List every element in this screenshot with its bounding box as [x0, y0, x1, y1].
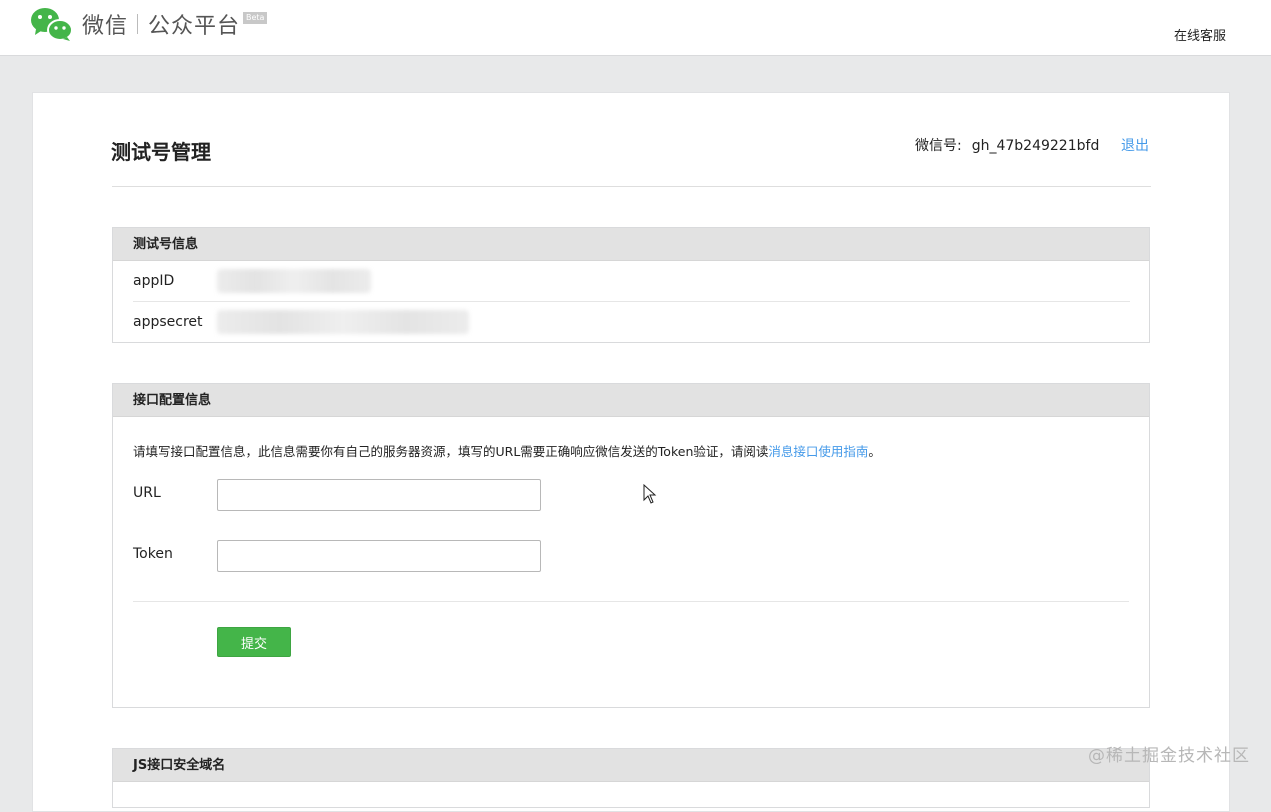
panel-title: JS接口安全域名: [113, 749, 1149, 782]
token-label: Token: [133, 546, 173, 562]
account-label: 微信号:: [915, 138, 962, 154]
js-domain-panel: JS接口安全域名: [112, 748, 1150, 808]
watermark: @稀土掘金技术社区: [1088, 746, 1250, 766]
account-value: gh_47b249221bfd: [971, 138, 1100, 154]
message-guide-link[interactable]: 消息接口使用指南: [768, 444, 868, 459]
brand-platform: 公众平台: [148, 14, 241, 39]
page-title: 测试号管理: [111, 140, 211, 164]
panel-title: 接口配置信息: [113, 384, 1149, 417]
title-divider: [112, 186, 1151, 187]
appid-row: appID: [133, 261, 1130, 302]
interface-config-panel: 接口配置信息 请填写接口配置信息，此信息需要你有自己的服务器资源，填写的URL需…: [112, 383, 1150, 708]
appsecret-label: appsecret: [133, 314, 203, 330]
panel-title: 测试号信息: [113, 228, 1149, 261]
form-divider: [133, 601, 1129, 602]
online-service-link[interactable]: 在线客服: [1174, 25, 1226, 44]
description-end: 。: [868, 444, 881, 459]
url-input[interactable]: [217, 479, 541, 511]
description-text: 请填写接口配置信息，此信息需要你有自己的服务器资源，填写的URL需要正确响应微信…: [133, 444, 769, 459]
account-info: 微信号: gh_47b249221bfd: [915, 135, 1099, 155]
wechat-logo-icon[interactable]: [30, 6, 74, 42]
mouse-cursor-icon: [643, 484, 657, 504]
brand-wechat: 微信: [82, 14, 129, 39]
appid-label: appID: [133, 273, 175, 289]
logout-link[interactable]: 退出: [1121, 135, 1149, 155]
test-account-panel: 测试号信息 appID appsecret: [112, 227, 1150, 343]
appid-value-redacted: [217, 269, 371, 293]
brand-divider: [137, 14, 138, 34]
config-description: 请填写接口配置信息，此信息需要你有自己的服务器资源，填写的URL需要正确响应微信…: [133, 441, 881, 460]
beta-badge: Beta: [243, 12, 268, 24]
appsecret-value-redacted: [217, 310, 469, 334]
url-label: URL: [133, 485, 161, 501]
token-input[interactable]: [217, 540, 541, 572]
top-bar: 微信 公众平台 Beta 在线客服: [0, 0, 1271, 56]
appsecret-row: appsecret: [133, 302, 1130, 343]
submit-button[interactable]: 提交: [217, 627, 291, 657]
